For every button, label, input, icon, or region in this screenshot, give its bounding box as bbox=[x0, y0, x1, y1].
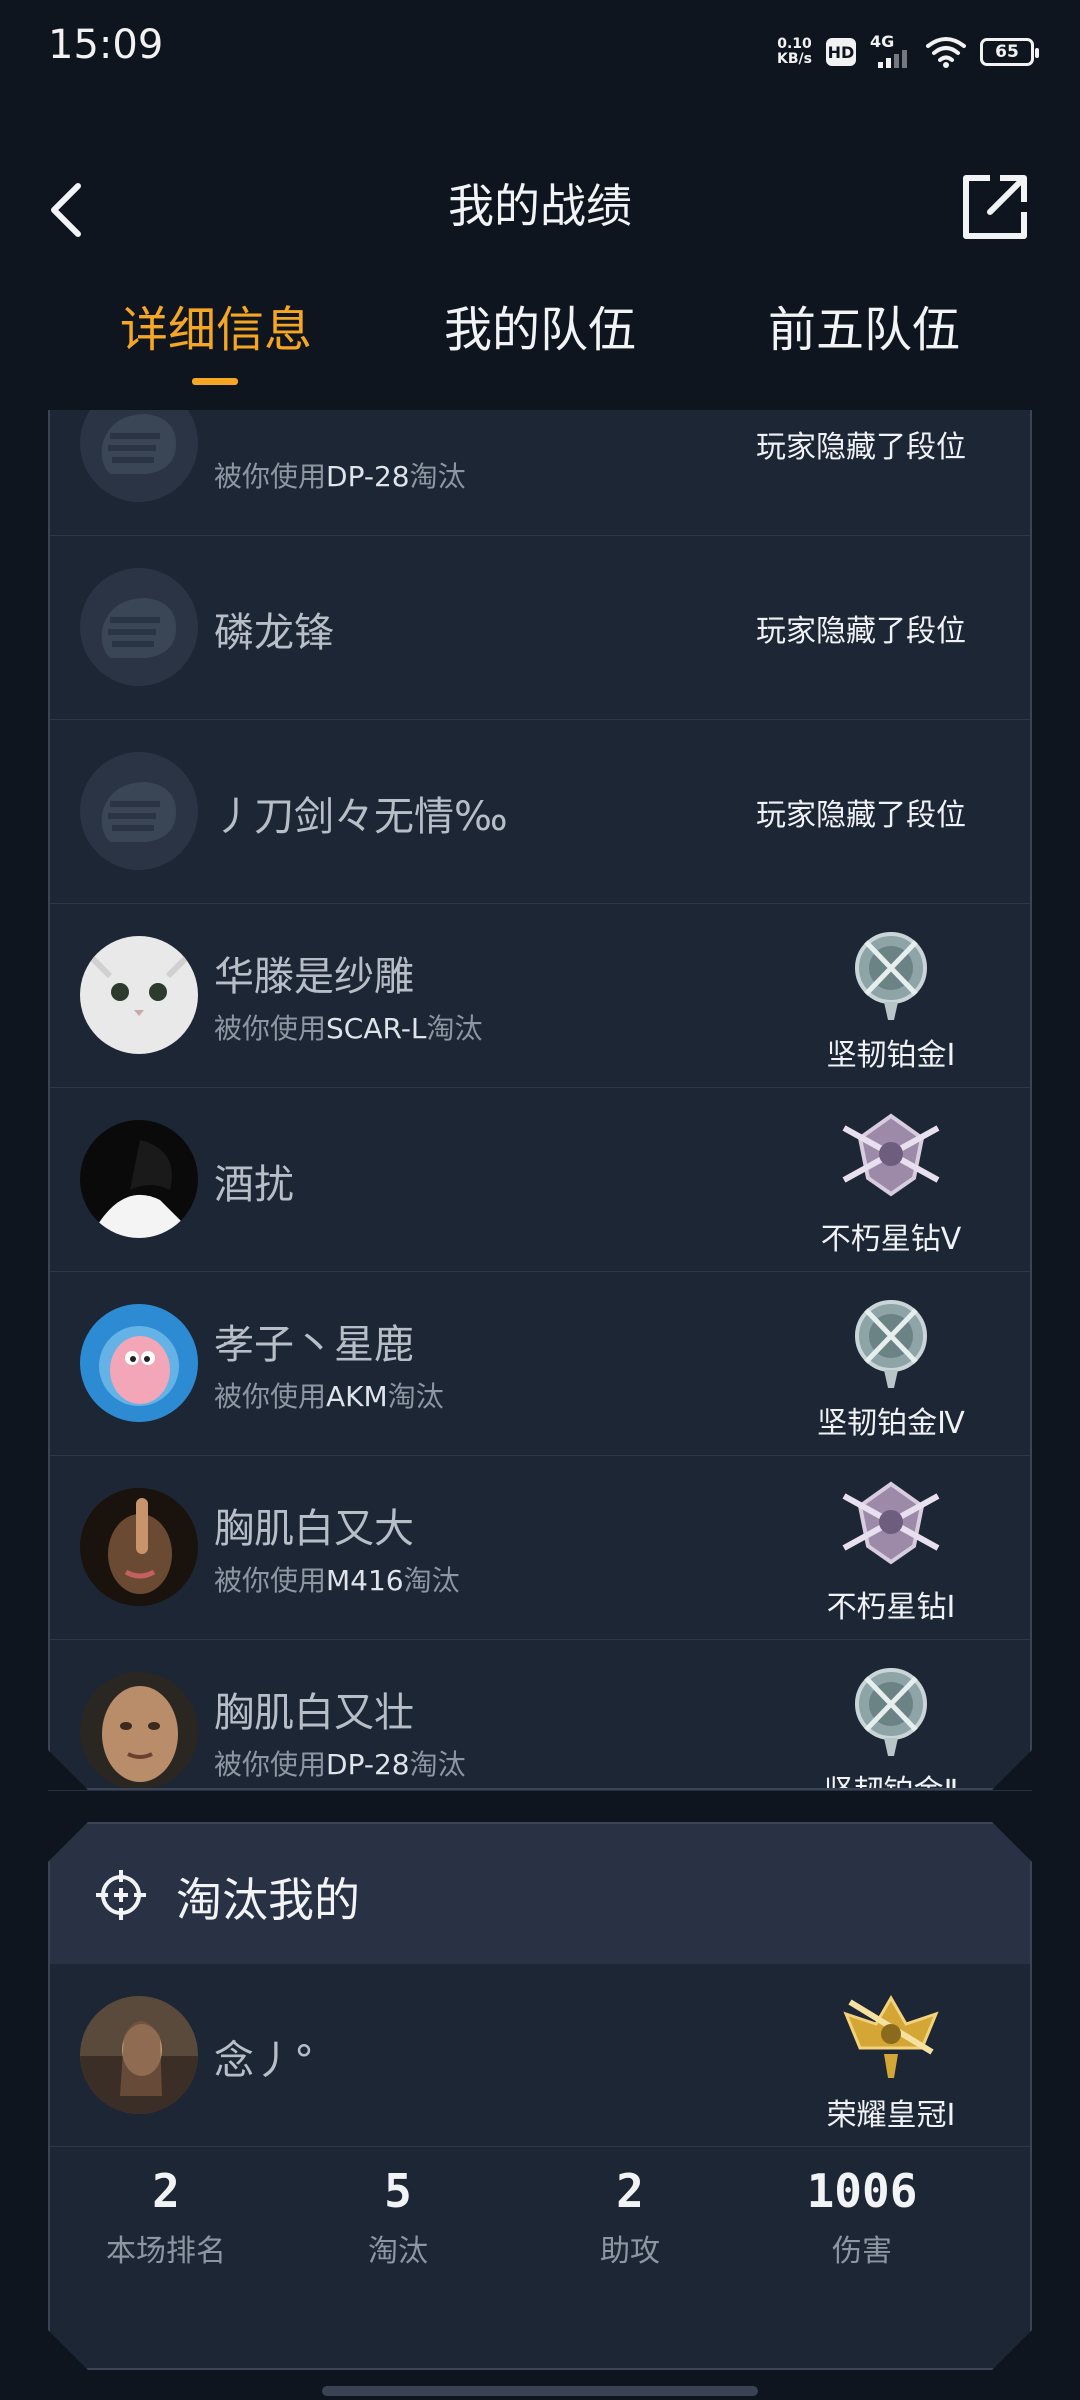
player-name: 念丿° bbox=[214, 2038, 314, 2084]
list-item[interactable]: 酒扰 不朽星钻Ⅴ bbox=[50, 1088, 1030, 1272]
rank-name: 坚韧铂金Ⅰ bbox=[826, 1038, 956, 1073]
default-avatar-icon bbox=[80, 752, 198, 870]
page-title: 我的战绩 bbox=[448, 179, 632, 233]
player-name: 胸肌白又大 bbox=[214, 1506, 414, 1552]
stat-placement: 2 本场排名 bbox=[50, 2164, 282, 2270]
list-item[interactable]: 孝子丶星鹿 被你使用AKM淘汰 坚韧铂金Ⅳ bbox=[50, 1272, 1030, 1456]
status-icons: 0.10 KB/s HD 4G 65 bbox=[777, 30, 1039, 74]
status-time: 15:09 bbox=[48, 22, 164, 68]
stat-eliminations: 5 淘汰 bbox=[282, 2164, 514, 2270]
player-name: 磷龙锋 bbox=[214, 610, 334, 656]
rank-badge: 坚韧铂金Ⅱ bbox=[796, 1660, 986, 1790]
list-item[interactable]: 丿刀剑々无情‰ 玩家隐藏了段位 bbox=[50, 720, 1030, 904]
rank-name: 坚韧铂金Ⅳ bbox=[817, 1406, 965, 1441]
kill-description: 被你使用M416淘汰 bbox=[214, 1564, 460, 1597]
rank-badge: 荣耀皇冠Ⅰ bbox=[796, 1984, 986, 2134]
hidden-rank-text: 玩家隐藏了段位 bbox=[756, 430, 966, 465]
stat-value: 2 bbox=[152, 2164, 180, 2218]
stat-value: 2 bbox=[616, 2164, 644, 2218]
list-item[interactable]: 胸肌白又大 被你使用M416淘汰 不朽星钻Ⅰ bbox=[50, 1456, 1030, 1640]
match-stats: 2 本场排名 5 淘汰 2 助攻 1006 伤害 bbox=[50, 2164, 1030, 2314]
rank-name: 荣耀皇冠Ⅰ bbox=[826, 2098, 956, 2133]
hidden-rank-text: 玩家隐藏了段位 bbox=[756, 614, 966, 649]
weapon-name: SCAR-L bbox=[326, 1012, 427, 1045]
player-name: 酒扰 bbox=[214, 1162, 294, 1208]
wifi-icon bbox=[926, 37, 966, 68]
list-item[interactable]: 被你使用DP-28淘汰 玩家隐藏了段位 bbox=[50, 410, 1030, 536]
diamond-emblem-icon bbox=[836, 1108, 946, 1208]
stat-label: 淘汰 bbox=[368, 2234, 428, 2269]
tab-top-five-teams[interactable]: 前五队伍 bbox=[714, 290, 1014, 360]
player-name: 丿刀剑々无情‰ bbox=[214, 794, 508, 840]
network-speed-value: 0.10 bbox=[777, 36, 812, 52]
tab-my-team[interactable]: 我的队伍 bbox=[390, 290, 690, 360]
weapon-name: DP-28 bbox=[326, 1748, 410, 1781]
stat-value: 5 bbox=[384, 2164, 412, 2218]
stat-label: 助攻 bbox=[600, 2234, 660, 2269]
list-item[interactable]: 胸肌白又壮 被你使用DP-28淘汰 坚韧铂金Ⅱ bbox=[50, 1640, 1030, 1790]
diamond-emblem-icon bbox=[836, 1476, 946, 1576]
rank-badge: 坚韧铂金Ⅰ bbox=[796, 924, 986, 1074]
platinum-emblem-icon bbox=[836, 924, 946, 1024]
rank-badge: 不朽星钻Ⅰ bbox=[796, 1476, 986, 1626]
player-name: 孝子丶星鹿 bbox=[214, 1322, 414, 1368]
section-divider bbox=[48, 1790, 1032, 1791]
share-icon[interactable] bbox=[960, 172, 1030, 242]
tab-indicator bbox=[192, 378, 238, 385]
stat-label: 本场排名 bbox=[106, 2234, 226, 2269]
hd-icon: HD bbox=[826, 38, 856, 66]
weapon-name: AKM bbox=[326, 1380, 388, 1413]
network-speed: 0.10 KB/s bbox=[777, 37, 812, 67]
stat-assists: 2 助攻 bbox=[514, 2164, 746, 2270]
rank-name: 坚韧铂金Ⅱ bbox=[796, 1766, 986, 1790]
default-avatar-icon bbox=[80, 410, 198, 502]
network-speed-unit: KB/s bbox=[777, 51, 812, 67]
avatar bbox=[80, 1304, 198, 1422]
rank-name: 不朽星钻Ⅴ bbox=[820, 1222, 962, 1257]
stat-value: 1006 bbox=[806, 2164, 918, 2218]
platinum-emblem-icon bbox=[836, 1660, 946, 1760]
crown-emblem-icon bbox=[836, 1984, 946, 2084]
killer-item[interactable]: 念丿° 荣耀皇冠Ⅰ bbox=[50, 1964, 1030, 2147]
stat-damage: 1006 伤害 bbox=[746, 2164, 978, 2270]
avatar bbox=[80, 1120, 198, 1238]
home-indicator[interactable] bbox=[322, 2386, 758, 2396]
tab-bar: 详细信息 我的队伍 前五队伍 bbox=[0, 290, 1080, 410]
killed-me-panel: 淘汰我的 念丿° 荣耀皇冠Ⅰ 2 本场排名 5 淘汰 2 助攻 1006 伤害 bbox=[48, 1822, 1032, 2370]
player-name: 华滕是纱雕 bbox=[214, 954, 414, 1000]
battery-level: 65 bbox=[995, 42, 1019, 62]
status-bar: 15:09 0.10 KB/s HD 4G 65 bbox=[0, 0, 1080, 100]
network-type: 4G bbox=[870, 32, 895, 51]
weapon-name: DP-28 bbox=[326, 460, 410, 493]
crosshair-icon bbox=[94, 1868, 148, 1922]
rank-name: 不朽星钻Ⅰ bbox=[826, 1590, 956, 1625]
rank-badge: 坚韧铂金Ⅳ bbox=[796, 1292, 986, 1442]
kill-description: 被你使用AKM淘汰 bbox=[214, 1380, 444, 1413]
avatar bbox=[80, 1672, 198, 1790]
platinum-emblem-icon bbox=[836, 1292, 946, 1392]
avatar bbox=[80, 1488, 198, 1606]
weapon-name: M416 bbox=[326, 1564, 404, 1597]
hidden-rank-text: 玩家隐藏了段位 bbox=[756, 798, 966, 833]
kill-list-panel[interactable]: 被你使用DP-28淘汰 玩家隐藏了段位 磷龙锋 玩家隐藏了段位 丿刀剑々无情‰ … bbox=[48, 410, 1032, 1790]
kill-description: 被你使用DP-28淘汰 bbox=[214, 1748, 466, 1781]
list-item[interactable]: 华滕是纱雕 被你使用SCAR-L淘汰 坚韧铂金Ⅰ bbox=[50, 904, 1030, 1088]
rank-badge: 不朽星钻Ⅴ bbox=[796, 1108, 986, 1258]
signal-icon: 4G bbox=[870, 32, 912, 70]
default-avatar-icon bbox=[80, 568, 198, 686]
killed-me-header: 淘汰我的 bbox=[50, 1824, 1030, 1964]
tab-detail-info[interactable]: 详细信息 bbox=[66, 290, 366, 360]
player-name: 胸肌白又壮 bbox=[214, 1690, 414, 1736]
list-item[interactable]: 磷龙锋 玩家隐藏了段位 bbox=[50, 536, 1030, 720]
kill-description: 被你使用SCAR-L淘汰 bbox=[214, 1012, 483, 1045]
battery-icon: 65 bbox=[980, 38, 1039, 66]
killed-me-title: 淘汰我的 bbox=[176, 1873, 360, 1927]
kill-description: 被你使用DP-28淘汰 bbox=[214, 460, 466, 493]
avatar bbox=[80, 1996, 198, 2114]
stat-label: 伤害 bbox=[832, 2234, 892, 2269]
avatar bbox=[80, 936, 198, 1054]
